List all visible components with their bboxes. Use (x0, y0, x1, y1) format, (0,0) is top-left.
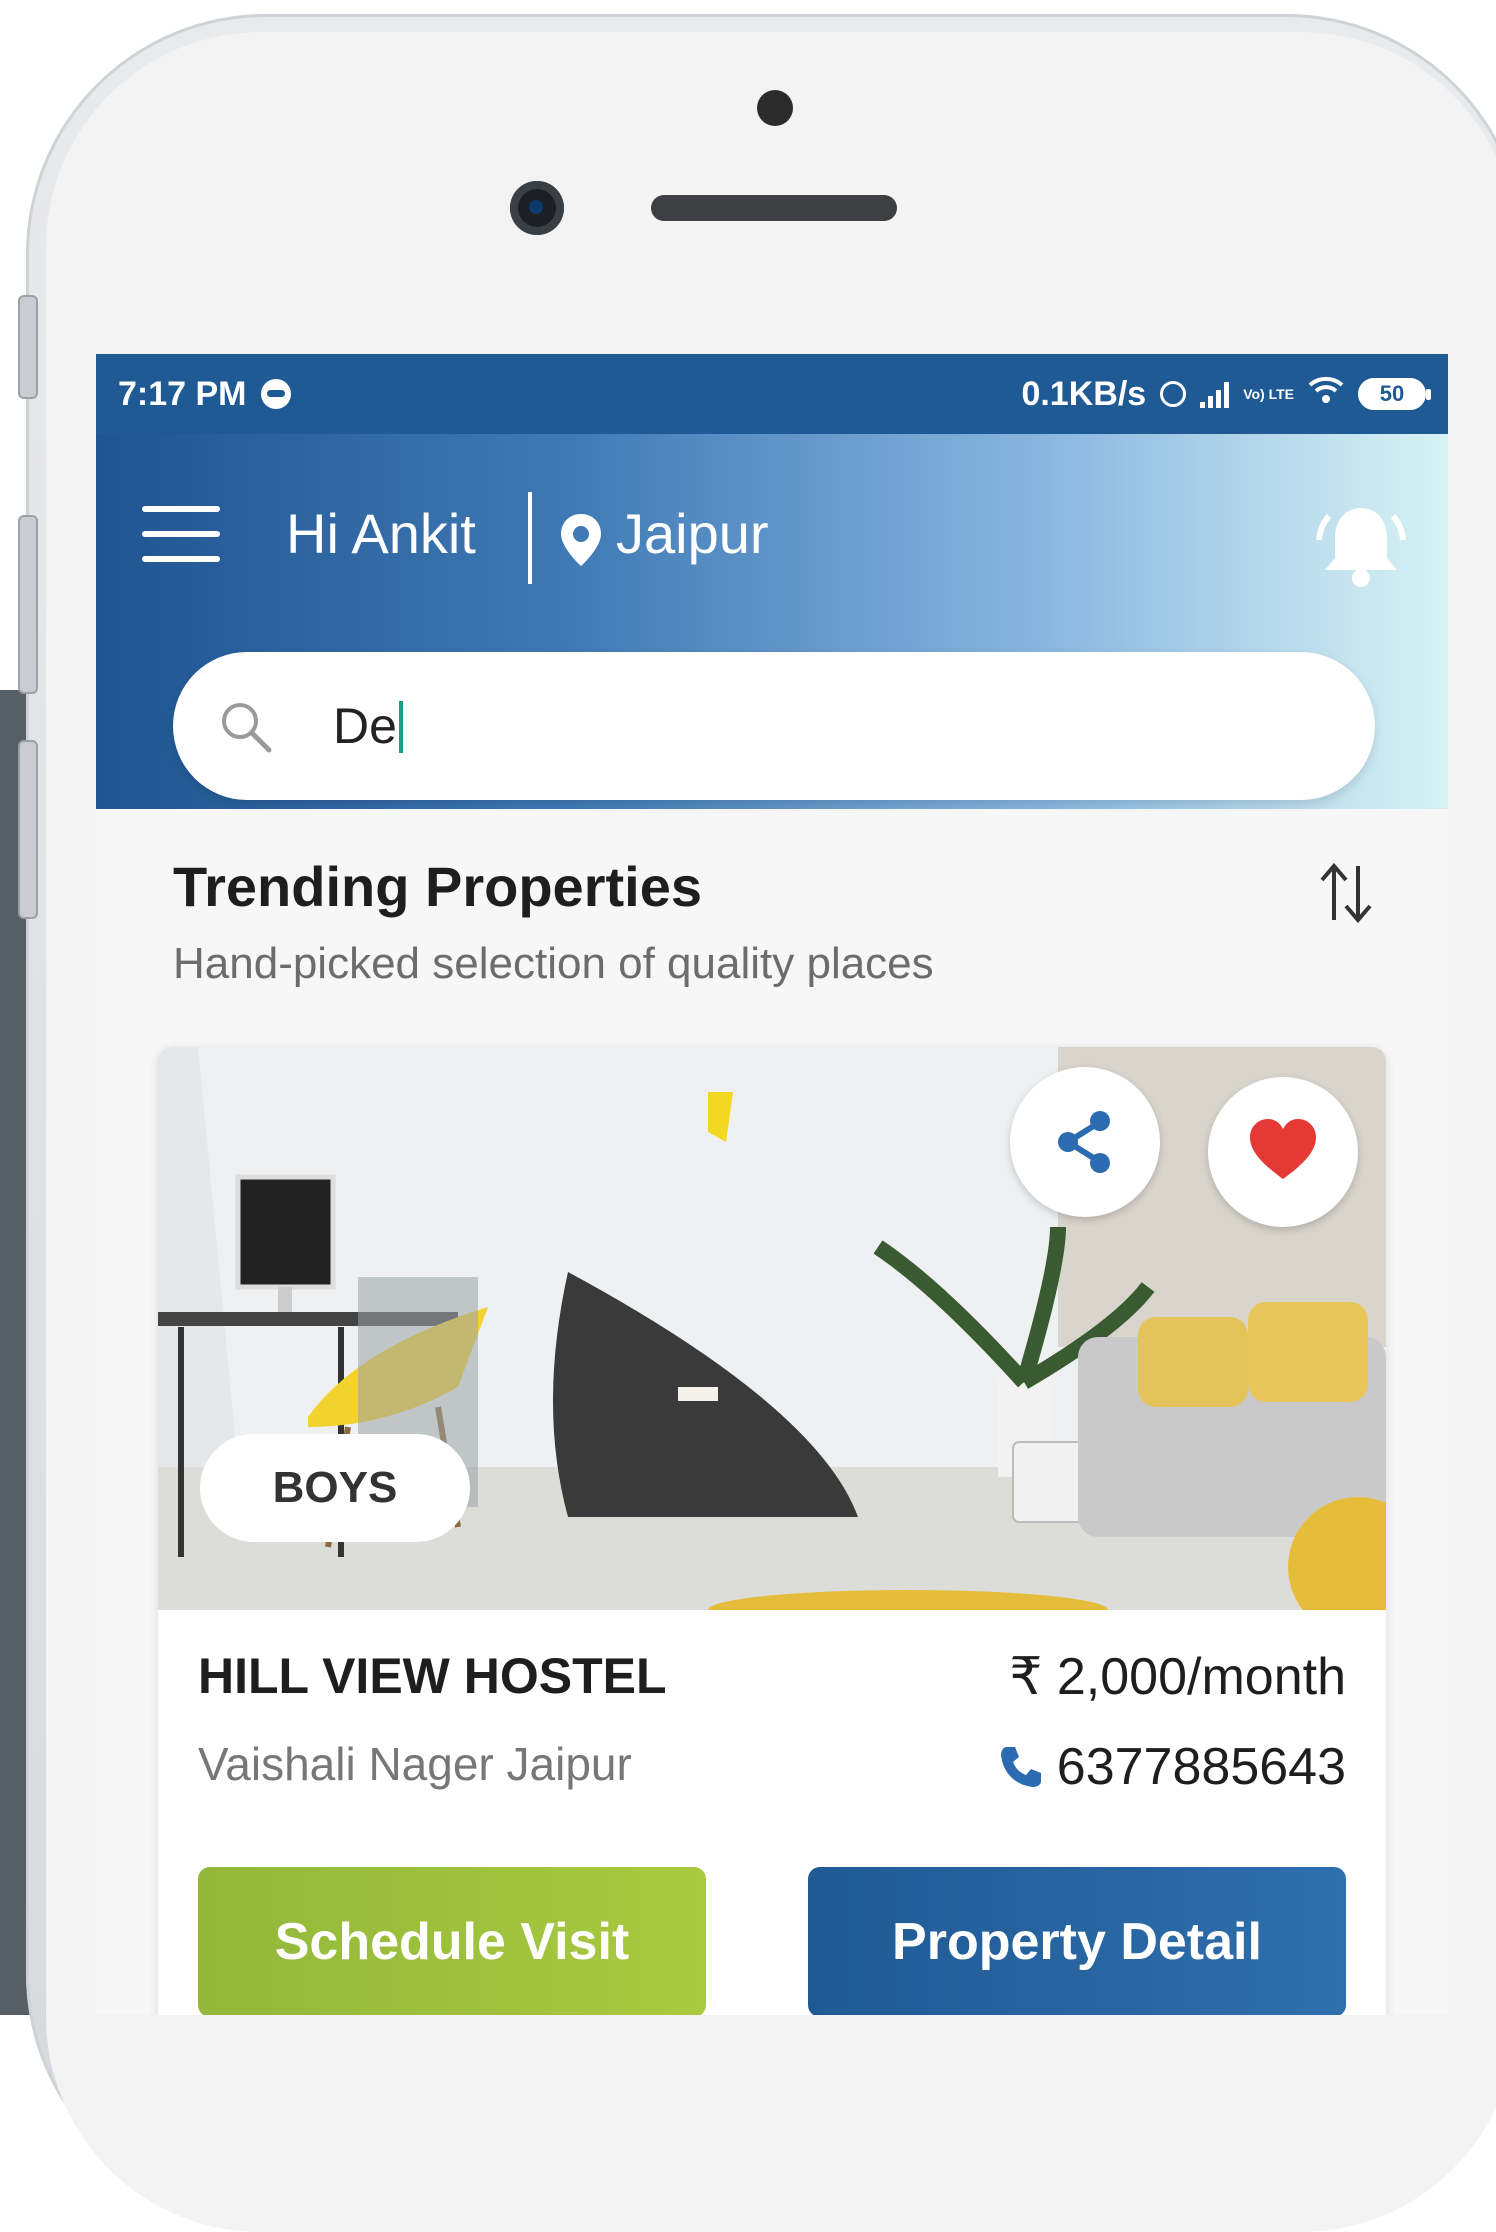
map-pin-icon (561, 514, 601, 566)
earpiece-speaker (651, 195, 897, 221)
status-time: 7:17 PM (118, 374, 247, 413)
property-price: ₹ 2,000/month (1009, 1648, 1346, 1706)
wifi-icon (1308, 375, 1344, 413)
header-divider (528, 492, 532, 584)
share-icon (1058, 1111, 1110, 1173)
signal-icon (1200, 380, 1230, 408)
phone-side-button (18, 295, 38, 399)
property-location: Vaishali Nager Jaipur (198, 1738, 632, 1790)
network-speed: 0.1KB/s (1021, 374, 1147, 413)
sort-icon[interactable] (1316, 858, 1376, 928)
section-subtitle: Hand-picked selection of quality places (173, 939, 934, 988)
phone-volume-down-button (18, 740, 38, 919)
hamburger-menu-icon[interactable] (142, 506, 220, 562)
search-input[interactable]: De (173, 652, 1375, 800)
property-card[interactable]: BOYS HILL VIEW HOSTEL Vaishali Nager Jai… (158, 1047, 1386, 2015)
property-detail-button[interactable]: Property Detail (808, 1867, 1346, 2015)
vpn-icon (260, 379, 291, 409)
gender-tag-badge: BOYS (200, 1434, 470, 1542)
search-icon (222, 703, 272, 753)
phone-icon (1000, 1747, 1041, 1787)
search-value: De (333, 698, 397, 754)
share-button[interactable] (1010, 1067, 1160, 1217)
bell-icon[interactable] (1311, 494, 1411, 594)
property-phone[interactable]: 6377885643 (999, 1737, 1346, 1797)
greeting-text: Hi Ankit (286, 502, 476, 565)
phone-number: 6377885643 (1056, 1738, 1346, 1796)
property-name[interactable]: HILL VIEW HOSTEL (198, 1647, 667, 1705)
lte-icon: Vo) LTE (1243, 386, 1294, 402)
schedule-visit-button[interactable]: Schedule Visit (198, 1867, 706, 2015)
status-bar: 7:17 PM 0.1KB/s Vo) LTE 50 (96, 354, 1448, 434)
section-title: Trending Properties (173, 855, 702, 918)
location-city[interactable]: Jaipur (616, 498, 769, 570)
heart-icon (1250, 1119, 1316, 1179)
proximity-sensor (757, 90, 793, 126)
front-camera (510, 181, 564, 235)
battery-icon: 50 (1358, 378, 1431, 410)
hotspot-icon (1160, 381, 1187, 407)
phone-volume-up-button (18, 515, 38, 694)
app-header: Hi Ankit Jaipur De (96, 434, 1448, 809)
app-screen: 7:17 PM 0.1KB/s Vo) LTE 50 Hi Ankit Jaip… (96, 354, 1448, 2015)
favorite-button[interactable] (1208, 1077, 1358, 1227)
text-cursor (398, 700, 403, 753)
